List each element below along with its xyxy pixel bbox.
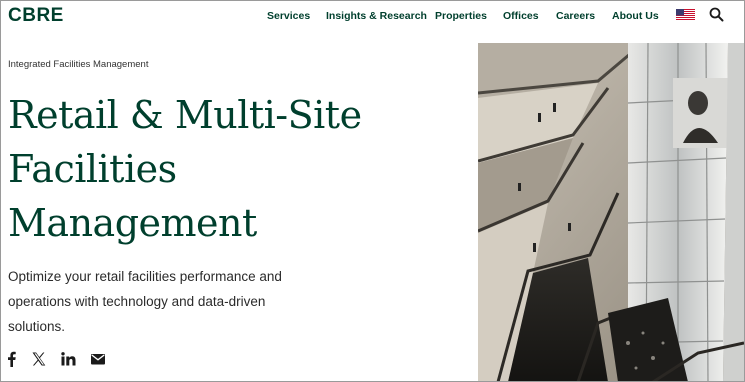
nav-about-us[interactable]: About Us	[612, 10, 659, 22]
page-title-line: Facilities	[8, 147, 177, 191]
hero-image-mall-atrium	[478, 43, 744, 382]
hero-description: Optimize your retail facilities performa…	[8, 264, 308, 339]
hero-description-line: operations with technology and data-driv…	[8, 294, 266, 309]
nav-careers[interactable]: Careers	[556, 10, 595, 22]
page-title-line: Management	[8, 201, 257, 245]
nav-insights-research[interactable]: Insights & Research	[326, 10, 427, 22]
page-title-line: Retail & Multi-Site	[8, 93, 362, 137]
search-icon[interactable]	[709, 7, 724, 22]
cbre-logo[interactable]: CBRE	[8, 5, 64, 27]
email-icon[interactable]	[90, 351, 106, 367]
hero-description-line: Optimize your retail facilities performa…	[8, 269, 282, 284]
x-twitter-icon[interactable]	[31, 351, 47, 367]
facebook-icon[interactable]	[4, 351, 20, 367]
eyebrow-text: Integrated Facilities Management	[8, 59, 149, 70]
us-flag-icon[interactable]	[676, 9, 695, 21]
nav-services[interactable]: Services	[267, 10, 310, 22]
linkedin-icon[interactable]	[60, 351, 76, 367]
nav-offices[interactable]: Offices	[503, 10, 539, 22]
hero-description-line: solutions.	[8, 319, 66, 334]
nav-properties[interactable]: Properties	[435, 10, 487, 22]
page-title: Retail & Multi-Site Facilities Managemen…	[8, 88, 448, 250]
